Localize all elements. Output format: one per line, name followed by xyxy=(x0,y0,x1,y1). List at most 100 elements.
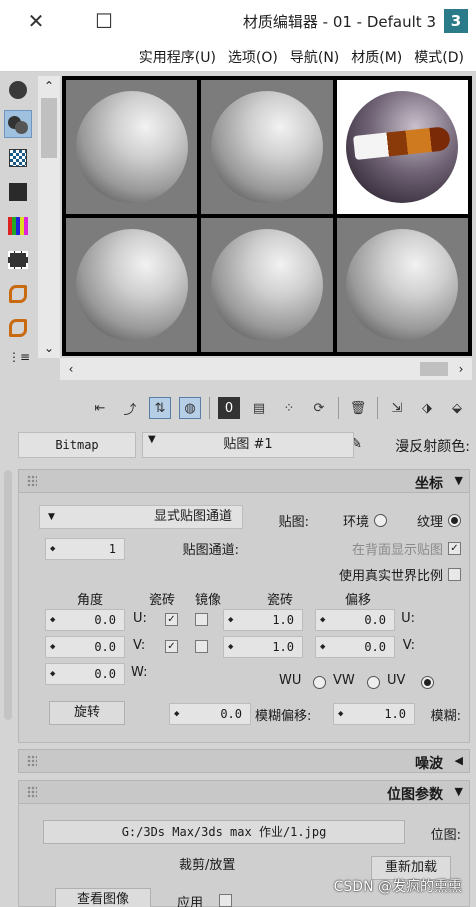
assign-to-selection-icon[interactable]: ⇲ xyxy=(386,397,408,419)
environ-radio[interactable] xyxy=(374,514,387,527)
map-type-button[interactable]: Bitmap xyxy=(18,432,136,458)
show-map-icon[interactable]: ◍ xyxy=(179,397,201,419)
sample-sphere xyxy=(75,91,188,203)
rotate-button[interactable]: 旋转 xyxy=(49,701,125,725)
show-on-back-label: 在背面显示贴图 xyxy=(351,543,443,558)
w-angle-spinner[interactable]: ◆ 0.0 xyxy=(45,663,125,685)
menu-mode[interactable]: 模式(D) xyxy=(408,47,470,67)
sample-slot[interactable] xyxy=(66,218,198,352)
background-toggle-button[interactable] xyxy=(4,144,32,172)
bitmap-path-button[interactable]: G:/3Ds Max/3ds max 作业/1.jpg xyxy=(43,820,405,844)
map-name-field[interactable]: 贴图 #1 xyxy=(142,432,354,458)
rollout-title: 坐标 xyxy=(415,476,443,492)
reset-icon[interactable]: 🗑 xyxy=(347,397,369,419)
blur-offset-spinner[interactable]: ◆ 0.0 xyxy=(169,703,251,725)
bitmap-params-rollout-header[interactable]: 位图参数 ▼ xyxy=(18,780,470,804)
material-map-navigator-button[interactable]: ⋮≡ xyxy=(4,348,32,376)
backlight-button[interactable] xyxy=(4,110,32,138)
uv-label: UV xyxy=(387,673,406,688)
video-color-check-button[interactable] xyxy=(4,212,32,240)
knife-texture xyxy=(353,126,452,160)
make-unique-icon[interactable]: ⟳ xyxy=(308,397,330,419)
texture-radio[interactable] xyxy=(448,514,461,527)
go-to-parent-icon[interactable]: ⤴ xyxy=(119,397,141,419)
diffuse-map-row: 漫反射颜色: ✎ 贴图 #1 ▼ Bitmap xyxy=(18,432,470,458)
chevron-down-icon[interactable]: ▼ xyxy=(148,434,156,445)
spinner-icon: ◆ xyxy=(320,615,326,625)
bitmap-label: 位图: xyxy=(430,828,461,843)
scroll-right-icon[interactable]: › xyxy=(450,358,472,380)
grip-icon xyxy=(27,786,37,798)
v-mirror-checkbox[interactable] xyxy=(195,640,208,653)
blur-spinner[interactable]: ◆ 1.0 xyxy=(333,703,415,725)
select-by-material-button[interactable] xyxy=(4,314,32,342)
spinner-icon: ◆ xyxy=(338,709,344,719)
vw-radio[interactable] xyxy=(367,676,380,689)
panel-scrollbar[interactable] xyxy=(4,470,12,720)
knot-icon xyxy=(9,285,27,303)
backlight-icon xyxy=(8,114,28,134)
close-button[interactable]: ✕ xyxy=(22,8,50,34)
wu-radio[interactable] xyxy=(313,676,326,689)
put-to-library-icon[interactable]: ⁘ xyxy=(278,397,300,419)
scroll-thumb[interactable] xyxy=(41,98,57,158)
v-offset-spinner[interactable]: ◆ 0.0 xyxy=(315,636,395,658)
texture-label: 纹理 xyxy=(416,515,443,530)
color-bars-icon xyxy=(8,217,28,235)
u-tile-checkbox[interactable]: ✓ xyxy=(165,613,178,626)
real-world-checkbox[interactable] xyxy=(448,568,461,581)
put-to-scene-icon[interactable]: ⬗ xyxy=(416,397,438,419)
sample-slot[interactable] xyxy=(66,80,198,214)
title-bar: ✕ ☐ 3 材质编辑器 - 01 - Default 3 xyxy=(0,0,476,42)
hscroll-thumb[interactable] xyxy=(420,362,448,376)
make-preview-button[interactable] xyxy=(4,246,32,274)
show-end-result-icon[interactable]: ⇅ xyxy=(149,397,171,419)
show-on-back-checkbox[interactable]: ✓ xyxy=(448,542,461,555)
v-tile-checkbox[interactable]: ✓ xyxy=(165,640,178,653)
u-tiling-spinner[interactable]: ◆ 1.0 xyxy=(223,609,303,631)
sample-slot[interactable] xyxy=(201,218,333,352)
real-world-label: 使用真实世界比例 xyxy=(338,569,443,584)
mapping-dropdown[interactable]: ▼ 显式贴图通道 xyxy=(39,505,243,529)
menu-material[interactable]: 材质(M) xyxy=(345,47,408,67)
navigator-icon: ⋮≡ xyxy=(8,350,31,364)
u-angle-spinner[interactable]: ◆ 0.0 xyxy=(45,609,125,631)
u-offset-spinner[interactable]: ◆ 0.0 xyxy=(315,609,395,631)
material-id-button[interactable]: 0 xyxy=(218,397,240,419)
app-logo-icon: 3 xyxy=(444,9,468,33)
sample-slot[interactable] xyxy=(201,80,333,214)
material-options-button[interactable] xyxy=(4,280,32,308)
view-image-button[interactable]: 查看图像 xyxy=(55,888,151,907)
uv-tiling-button[interactable] xyxy=(4,178,32,206)
map-channel-spinner[interactable]: ◆ 1 xyxy=(45,538,125,560)
scroll-left-icon[interactable]: ‹ xyxy=(60,358,82,380)
sample-type-button[interactable] xyxy=(4,76,32,104)
chevron-down-icon: ▼ xyxy=(48,512,55,522)
save-icon[interactable]: ▤ xyxy=(248,397,270,419)
sample-slot-active[interactable] xyxy=(336,80,468,214)
u-mirror-checkbox[interactable] xyxy=(195,613,208,626)
scroll-down-icon[interactable]: ⌄ xyxy=(38,338,60,358)
noise-rollout-header[interactable]: 噪波 ◀ xyxy=(18,749,470,773)
crop-placement-label: 裁剪/放置 xyxy=(179,858,236,873)
coordinates-rollout-header[interactable]: 坐标 ▼ xyxy=(18,469,470,493)
grip-icon xyxy=(27,475,37,487)
apply-checkbox[interactable] xyxy=(219,894,232,907)
toolbar-separator xyxy=(338,397,339,419)
v-angle-spinner[interactable]: ◆ 0.0 xyxy=(45,636,125,658)
sample-slot[interactable] xyxy=(336,218,468,352)
slots-vertical-scrollbar[interactable]: ⌃ ⌄ xyxy=(38,76,60,358)
menu-navigation[interactable]: 导航(N) xyxy=(284,47,345,67)
uv-radio[interactable] xyxy=(421,676,434,689)
get-material-icon[interactable]: ⬙ xyxy=(446,397,468,419)
menu-utilities[interactable]: 实用程序(U) xyxy=(133,47,222,67)
go-forward-icon[interactable]: ⇤ xyxy=(89,397,111,419)
maximize-button[interactable]: ☐ xyxy=(90,8,118,34)
map-channel-value: 1 xyxy=(108,542,116,556)
spinner-icon: ◆ xyxy=(174,709,180,719)
menu-options[interactable]: 选项(O) xyxy=(222,47,284,67)
slots-horizontal-scrollbar[interactable]: ‹ › xyxy=(60,358,472,380)
v-tiling-spinner[interactable]: ◆ 1.0 xyxy=(223,636,303,658)
select-knot-icon xyxy=(9,319,27,337)
scroll-up-icon[interactable]: ⌃ xyxy=(38,76,60,96)
